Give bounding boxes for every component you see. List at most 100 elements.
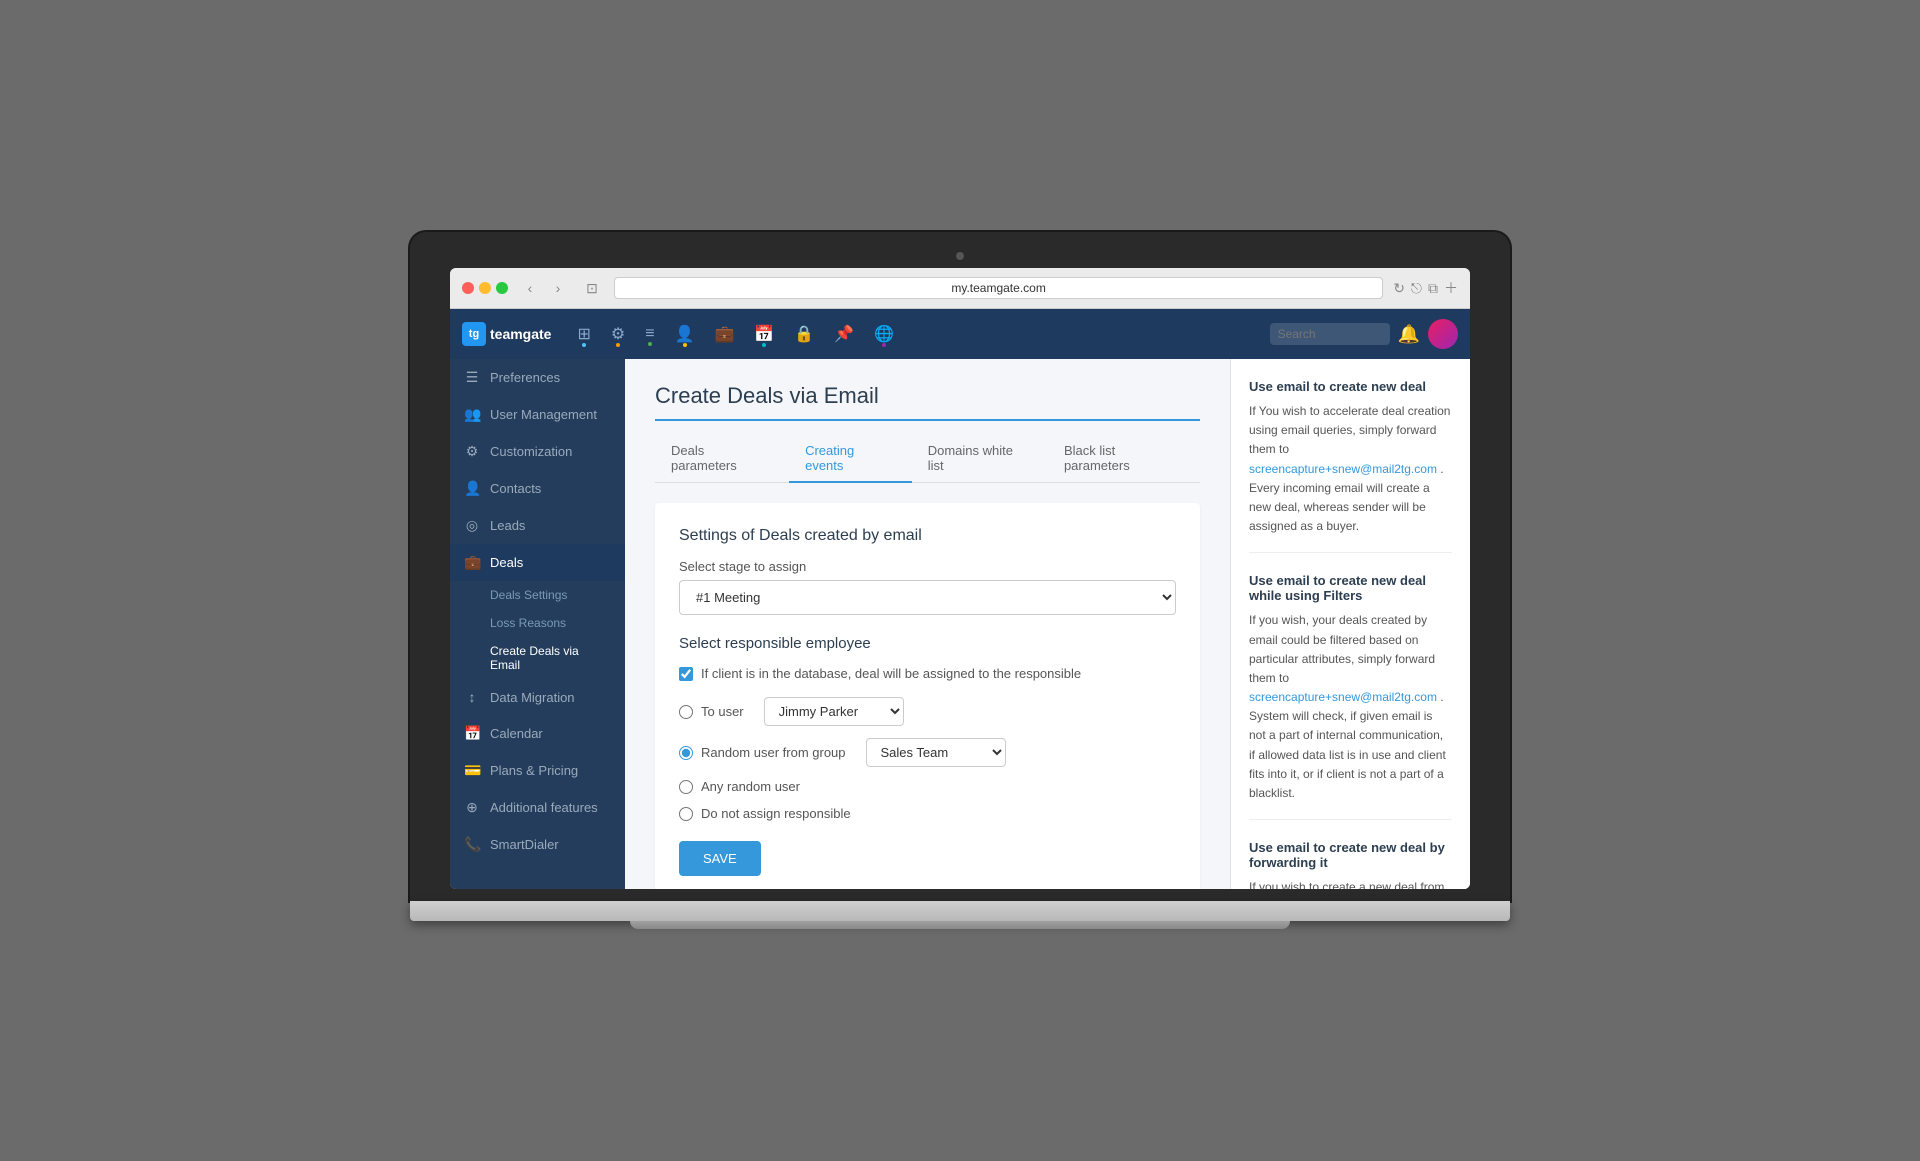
user-select[interactable]: Jimmy Parker: [764, 697, 904, 726]
radio-row-random-group: Random user from group Sales Team: [679, 738, 1176, 767]
email-link-0[interactable]: screencapture+snew@mail2tg.com: [1249, 462, 1437, 476]
tab-domains-white-list[interactable]: Domains white list: [912, 435, 1048, 483]
app-container: tg teamgate ⊞ ⚙ ≡ 👤 💼 📅 🔒 📌 🌐 🔔: [450, 309, 1470, 889]
preferences-icon: ☰: [464, 369, 480, 386]
radio-row-any-random: Any random user: [679, 779, 1176, 794]
plans-pricing-icon: 💳: [464, 762, 480, 779]
radio-any-random[interactable]: [679, 780, 693, 794]
sidebar-sub-item-deals-settings[interactable]: Deals Settings: [450, 581, 625, 609]
nav-icon-settings[interactable]: ⚙: [605, 318, 631, 350]
user-management-icon: 👥: [464, 406, 480, 423]
help-title-forward: Use email to create new deal by forwardi…: [1249, 840, 1452, 870]
content-area: Create Deals via Email Deals parameters …: [625, 359, 1470, 889]
radio-do-not-assign[interactable]: [679, 807, 693, 821]
duplicate-button[interactable]: ⧉: [1428, 280, 1438, 297]
forward-button[interactable]: ›: [546, 276, 570, 300]
minimize-button[interactable]: [479, 282, 491, 294]
browser-chrome: ‹ › ⊡ my.teamgate.com ↻ ⎋ ⧉ ＋: [450, 268, 1470, 309]
nav-icon-contacts[interactable]: 👤: [669, 318, 701, 350]
nav-icon-pin[interactable]: 📌: [828, 318, 860, 350]
brand-logo-icon: tg: [462, 322, 486, 346]
sidebar-item-user-management[interactable]: 👥 User Management: [450, 396, 625, 433]
back-button[interactable]: ‹: [518, 276, 542, 300]
address-bar[interactable]: my.teamgate.com: [614, 277, 1383, 299]
nav-icon-calendar[interactable]: 📅: [748, 318, 780, 350]
settings-section-title: Settings of Deals created by email: [679, 527, 1176, 545]
checkbox-label: If client is in the database, deal will …: [701, 666, 1081, 681]
responsible-section-title: Select responsible employee: [679, 635, 1176, 652]
sidebar-item-label-customization: Customization: [490, 444, 572, 459]
email-link-1[interactable]: screencapture+snew@mail2tg.com: [1249, 690, 1437, 704]
customization-icon: ⚙: [464, 443, 480, 460]
top-navigation: tg teamgate ⊞ ⚙ ≡ 👤 💼 📅 🔒 📌 🌐 🔔: [450, 309, 1470, 359]
additional-features-icon: ⊕: [464, 799, 480, 816]
notification-icon[interactable]: 🔔: [1398, 324, 1420, 345]
share-button[interactable]: ⎋: [1411, 280, 1422, 297]
client-checkbox[interactable]: [679, 667, 693, 681]
brand-name: teamgate: [490, 326, 551, 342]
radio-random-group[interactable]: [679, 746, 693, 760]
sidebar-item-contacts[interactable]: 👤 Contacts: [450, 470, 625, 507]
tab-deals-parameters[interactable]: Deals parameters: [655, 435, 789, 483]
nav-icon-lock[interactable]: 🔒: [788, 318, 820, 350]
help-text-create-deal: If You wish to accelerate deal creation …: [1249, 402, 1452, 536]
sidebar-item-label-contacts: Contacts: [490, 481, 541, 496]
sidebar: ☰ Preferences 👥 User Management ⚙ Custom…: [450, 359, 625, 889]
radio-to-user[interactable]: [679, 705, 693, 719]
close-button[interactable]: [462, 282, 474, 294]
brand-logo[interactable]: tg teamgate: [462, 322, 551, 346]
radio-label-to-user: To user: [701, 704, 744, 719]
sidebar-item-label-additional-features: Additional features: [490, 800, 598, 815]
leads-icon: ◎: [464, 517, 480, 534]
browser-actions: ↻ ⎋ ⧉ ＋: [1393, 278, 1458, 298]
search-input[interactable]: [1270, 323, 1390, 345]
nav-icon-globe[interactable]: 🌐: [868, 318, 900, 350]
sidebar-item-deals[interactable]: 💼 Deals: [450, 544, 625, 581]
tab-bar: Deals parameters Creating events Domains…: [655, 435, 1200, 483]
nav-icon-dashboard[interactable]: ⊞: [571, 318, 596, 350]
tab-black-list-parameters[interactable]: Black list parameters: [1048, 435, 1200, 483]
reload-button[interactable]: ↻: [1393, 280, 1405, 297]
page-title: Create Deals via Email: [655, 383, 1200, 421]
add-tab-button[interactable]: ＋: [1444, 278, 1458, 298]
calendar-icon: 📅: [464, 725, 480, 742]
sidebar-item-smartdialer[interactable]: 📞 SmartDialer: [450, 826, 625, 863]
tab-view-button[interactable]: ⊡: [580, 276, 604, 300]
help-text-forward: If you wish to create a new deal from a …: [1249, 878, 1452, 889]
sidebar-item-label-data-migration: Data Migration: [490, 690, 575, 705]
sidebar-item-preferences[interactable]: ☰ Preferences: [450, 359, 625, 396]
avatar[interactable]: [1428, 319, 1458, 349]
sidebar-item-additional-features[interactable]: ⊕ Additional features: [450, 789, 625, 826]
sidebar-item-label-leads: Leads: [490, 518, 525, 533]
sidebar-item-calendar[interactable]: 📅 Calendar: [450, 715, 625, 752]
radio-label-any-random: Any random user: [701, 779, 800, 794]
maximize-button[interactable]: [496, 282, 508, 294]
sidebar-item-plans-pricing[interactable]: 💳 Plans & Pricing: [450, 752, 625, 789]
radio-row-to-user: To user Jimmy Parker: [679, 697, 1176, 726]
sidebar-item-data-migration[interactable]: ↕ Data Migration: [450, 679, 625, 715]
help-title-filters: Use email to create new deal while using…: [1249, 573, 1452, 603]
stage-select[interactable]: #1 Meeting #2 Proposal #3 Negotiation #4…: [679, 580, 1176, 615]
help-section-forward: Use email to create new deal by forwardi…: [1249, 840, 1452, 889]
deals-icon: 💼: [464, 554, 480, 571]
form-card: Settings of Deals created by email Selec…: [655, 503, 1200, 889]
sidebar-sub-item-loss-reasons[interactable]: Loss Reasons: [450, 609, 625, 637]
sidebar-item-leads[interactable]: ◎ Leads: [450, 507, 625, 544]
nav-icon-deals[interactable]: 💼: [708, 318, 740, 350]
sidebar-item-label-calendar: Calendar: [490, 726, 543, 741]
data-migration-icon: ↕: [464, 689, 480, 705]
sidebar-sub-item-create-deals-via-email[interactable]: Create Deals via Email: [450, 637, 625, 679]
radio-label-random-group: Random user from group: [701, 745, 846, 760]
group-select[interactable]: Sales Team: [866, 738, 1006, 767]
stage-form-group: Select stage to assign #1 Meeting #2 Pro…: [679, 559, 1176, 615]
help-section-create-deal: Use email to create new deal If You wish…: [1249, 379, 1452, 553]
main-content: ☰ Preferences 👥 User Management ⚙ Custom…: [450, 359, 1470, 889]
sidebar-item-customization[interactable]: ⚙ Customization: [450, 433, 625, 470]
help-sidebar: Use email to create new deal If You wish…: [1230, 359, 1470, 889]
tab-creating-events[interactable]: Creating events: [789, 435, 912, 483]
radio-label-do-not-assign: Do not assign responsible: [701, 806, 851, 821]
radio-group: To user Jimmy Parker Random user from gr…: [679, 697, 1176, 821]
save-button[interactable]: SAVE: [679, 841, 761, 876]
nav-icon-list[interactable]: ≡: [639, 319, 660, 349]
help-text-filters: If you wish, your deals created by email…: [1249, 611, 1452, 803]
